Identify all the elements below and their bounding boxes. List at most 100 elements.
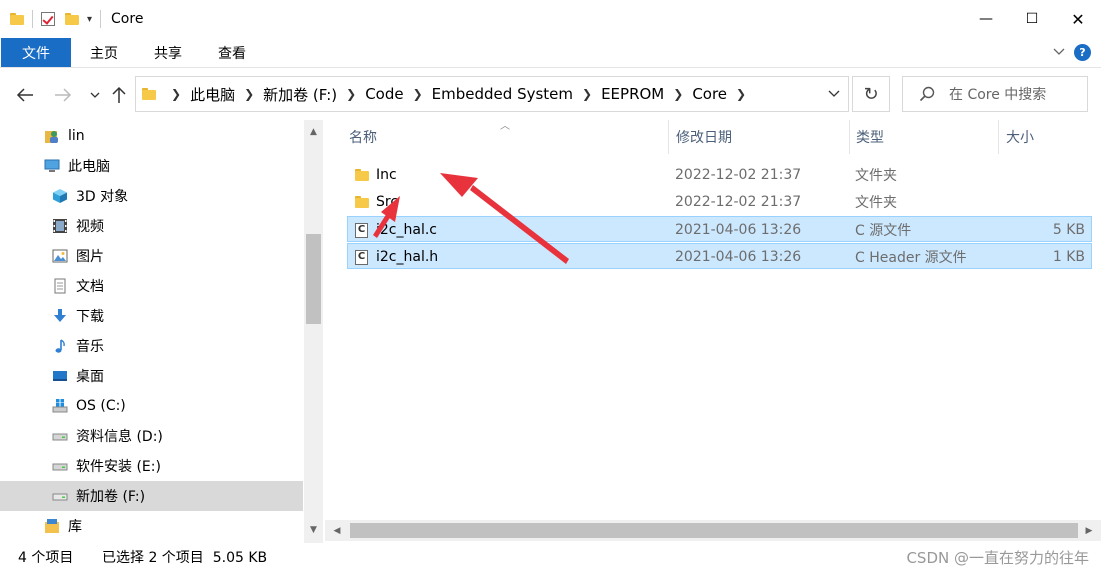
title-bar: ▾ Core — ☐ ✕: [0, 0, 1101, 38]
file-row-i2c-hal-c[interactable]: C i2c_hal.c 2021-04-06 13:26 C 源文件 5 KB: [347, 216, 1092, 242]
scroll-left-icon[interactable]: ◀: [327, 520, 347, 541]
maximize-button[interactable]: ☐: [1009, 0, 1055, 38]
folder-icon: [142, 88, 156, 100]
folder-icon: [355, 196, 369, 208]
chevron-right-icon[interactable]: ❯: [171, 87, 181, 101]
sidebar-item-documents[interactable]: 文档: [0, 271, 303, 301]
properties-icon[interactable]: [41, 12, 55, 26]
breadcrumb-drive-f[interactable]: 新加卷 (F:): [263, 84, 337, 105]
download-icon: [51, 307, 69, 325]
file-row-inc[interactable]: Inc 2022-12-02 21:37 文件夹: [347, 162, 1092, 188]
navigation-bar: ❯ 此电脑 ❯ 新加卷 (F:) ❯ Code ❯ Embedded System ❯ …: [0, 68, 1101, 120]
chevron-right-icon[interactable]: ❯: [244, 87, 254, 101]
sidebar-item-drive-e[interactable]: 软件安装 (E:): [0, 451, 303, 481]
sidebar-item-downloads[interactable]: 下载: [0, 301, 303, 331]
scroll-up-icon[interactable]: ▲: [304, 122, 323, 141]
recent-locations-button[interactable]: [84, 84, 106, 106]
tab-home[interactable]: 主页: [78, 38, 130, 67]
sidebar-item-label: lin: [68, 128, 85, 144]
sidebar-item-drive-c[interactable]: OS (C:): [0, 391, 303, 421]
up-button[interactable]: [108, 84, 130, 106]
c-file-icon: C: [355, 222, 368, 238]
tab-share[interactable]: 共享: [142, 38, 194, 67]
address-bar[interactable]: ❯ 此电脑 ❯ 新加卷 (F:) ❯ Code ❯ Embedded System ❯ …: [135, 76, 849, 112]
breadcrumb-embedded-system[interactable]: Embedded System: [432, 85, 573, 103]
user-folder-icon: [43, 127, 61, 145]
column-header-name[interactable]: 名称: [349, 120, 377, 154]
navigation-pane: lin 此电脑 3D 对象 视频 图片 文档 下载 音乐 桌面 OS (C:) …: [0, 120, 325, 543]
close-button[interactable]: ✕: [1055, 0, 1101, 38]
sidebar-item-pictures[interactable]: 图片: [0, 241, 303, 271]
breadcrumb-this-pc[interactable]: 此电脑: [190, 84, 235, 105]
ribbon-tabs: 文件 主页 共享 查看 ?: [0, 38, 1101, 68]
column-header-modified[interactable]: 修改日期: [676, 120, 732, 154]
sidebar-item-desktop[interactable]: 桌面: [0, 361, 303, 391]
music-icon: [51, 337, 69, 355]
search-box[interactable]: 在 Core 中搜索: [902, 76, 1088, 112]
chevron-right-icon[interactable]: ❯: [413, 87, 423, 101]
file-size: 1 KB: [1052, 249, 1085, 265]
back-button[interactable]: [14, 84, 36, 106]
chevron-right-icon[interactable]: ❯: [736, 87, 746, 101]
sidebar-item-music[interactable]: 音乐: [0, 331, 303, 361]
sidebar-item-label: 此电脑: [68, 159, 110, 175]
sidebar-item-libraries[interactable]: 库: [0, 511, 303, 541]
sidebar-item-videos[interactable]: 视频: [0, 211, 303, 241]
library-icon: [43, 517, 61, 535]
minimize-button[interactable]: —: [963, 0, 1009, 38]
folder-icon: [355, 169, 369, 181]
file-modified: 2021-04-06 13:26: [675, 249, 802, 265]
chevron-right-icon[interactable]: ❯: [346, 87, 356, 101]
sidebar-item-drive-d[interactable]: 资料信息 (D:): [0, 421, 303, 451]
chevron-right-icon[interactable]: ❯: [582, 87, 592, 101]
scrollbar-thumb[interactable]: [306, 234, 321, 324]
chevron-down-icon: [90, 92, 100, 98]
forward-button[interactable]: [52, 84, 74, 106]
breadcrumb-core[interactable]: Core: [692, 85, 727, 103]
desktop-icon: [51, 367, 69, 385]
sidebar-scrollbar[interactable]: ▲ ▼: [304, 120, 323, 543]
sidebar-item-label: 软件安装 (E:): [76, 459, 161, 475]
arrow-right-icon: [55, 88, 72, 102]
column-header-type[interactable]: 类型: [856, 120, 884, 154]
3d-objects-icon: [51, 187, 69, 205]
breadcrumb-eeprom[interactable]: EEPROM: [601, 85, 664, 103]
pictures-icon: [51, 247, 69, 265]
column-divider[interactable]: [849, 120, 850, 154]
file-row-i2c-hal-h[interactable]: C i2c_hal.h 2021-04-06 13:26 C Header 源文…: [347, 243, 1092, 269]
tab-file[interactable]: 文件: [1, 38, 71, 67]
chevron-down-icon[interactable]: [1053, 45, 1065, 57]
chevron-right-icon[interactable]: ❯: [673, 87, 683, 101]
file-modified: 2021-04-06 13:26: [675, 222, 802, 238]
chevron-down-icon[interactable]: [828, 88, 840, 98]
sidebar-item-3d-objects[interactable]: 3D 对象: [0, 181, 303, 211]
sort-ascending-icon: ︿: [500, 121, 510, 132]
refresh-button[interactable]: ↻: [852, 76, 890, 112]
drive-icon: [51, 487, 69, 505]
sidebar-item-this-pc[interactable]: 此电脑: [0, 151, 303, 181]
status-bar: 4 个项目 已选择 2 个项目 5.05 KB CSDN @一直在努力的往年: [0, 543, 1101, 571]
breadcrumb-code[interactable]: Code: [365, 85, 403, 103]
column-header-size[interactable]: 大小: [1006, 120, 1034, 154]
folder-icon: [10, 13, 24, 25]
file-row-src[interactable]: Src 2022-12-02 21:37 文件夹: [347, 189, 1092, 215]
sidebar-item-label: 文档: [76, 279, 104, 295]
new-folder-icon[interactable]: [65, 13, 79, 25]
column-divider[interactable]: [668, 120, 669, 154]
column-divider[interactable]: [998, 120, 999, 154]
window-title: Core: [111, 11, 144, 27]
scroll-down-icon[interactable]: ▼: [304, 520, 323, 539]
sidebar-item-drive-f[interactable]: 新加卷 (F:): [0, 481, 303, 511]
sidebar-item-label: 资料信息 (D:): [76, 429, 163, 445]
search-input[interactable]: 在 Core 中搜索: [949, 84, 1046, 104]
scrollbar-thumb[interactable]: [350, 523, 1078, 538]
tab-view[interactable]: 查看: [206, 38, 258, 67]
help-button[interactable]: ?: [1074, 44, 1091, 61]
quick-access-dropdown-icon[interactable]: ▾: [87, 14, 92, 25]
file-list: ︿ 名称 修改日期 类型 大小 Inc 2022-12-02 21:37 文件夹…: [325, 120, 1101, 543]
sidebar-item-lin[interactable]: lin: [0, 121, 303, 151]
file-list-scrollbar[interactable]: ◀ ▶: [325, 520, 1101, 541]
search-icon: [919, 86, 935, 102]
documents-icon: [51, 277, 69, 295]
scroll-right-icon[interactable]: ▶: [1079, 520, 1099, 541]
